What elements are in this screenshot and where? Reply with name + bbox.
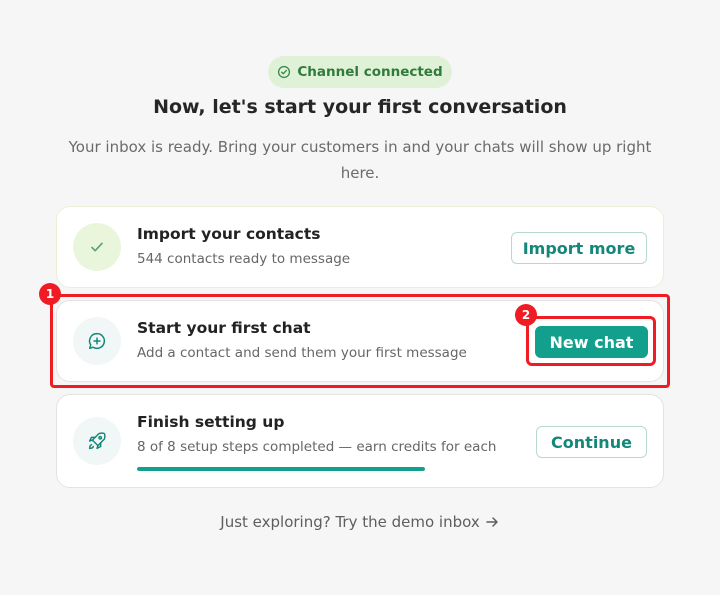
setup-progress-bar xyxy=(137,467,425,471)
import-contacts-title: Import your contacts xyxy=(137,225,321,243)
arrow-right-icon xyxy=(485,517,498,527)
status-badge: Channel connected xyxy=(268,56,452,88)
demo-inbox-link-label: Just exploring? Try the demo inbox xyxy=(220,513,480,531)
finish-setup-card: Finish setting up 8 of 8 setup steps com… xyxy=(56,394,664,488)
finish-setup-subtitle: 8 of 8 setup steps completed — earn cred… xyxy=(137,439,497,455)
continue-button[interactable]: Continue xyxy=(536,426,647,458)
page-subtitle: Your inbox is ready. Bring your customer… xyxy=(68,138,652,182)
first-chat-card: Start your first chat Add a contact and … xyxy=(56,300,664,382)
page-title: Now, let's start your first conversation xyxy=(153,96,567,118)
status-badge-label: Channel connected xyxy=(297,64,443,80)
check-circle-icon xyxy=(278,65,291,79)
first-chat-subtitle: Add a contact and send them your first m… xyxy=(137,345,467,361)
chat-plus-icon-container xyxy=(73,317,121,365)
import-contacts-card: Import your contacts 544 contacts ready … xyxy=(56,206,664,288)
setup-progress-fill xyxy=(137,467,425,471)
check-icon-container xyxy=(73,223,121,271)
import-contacts-subtitle: 544 contacts ready to message xyxy=(137,251,351,267)
annotation-marker-1: 1 xyxy=(39,283,61,305)
rocket-icon-container xyxy=(73,417,121,465)
check-icon xyxy=(91,242,103,252)
annotation-marker-2: 2 xyxy=(515,304,537,326)
import-more-button[interactable]: Import more xyxy=(511,232,647,264)
first-chat-title: Start your first chat xyxy=(137,319,311,337)
chat-plus-icon xyxy=(88,332,106,350)
finish-setup-title: Finish setting up xyxy=(137,413,285,431)
rocket-icon xyxy=(88,432,106,450)
demo-inbox-link[interactable]: Just exploring? Try the demo inbox xyxy=(0,513,720,531)
new-chat-button[interactable]: New chat xyxy=(535,326,648,358)
